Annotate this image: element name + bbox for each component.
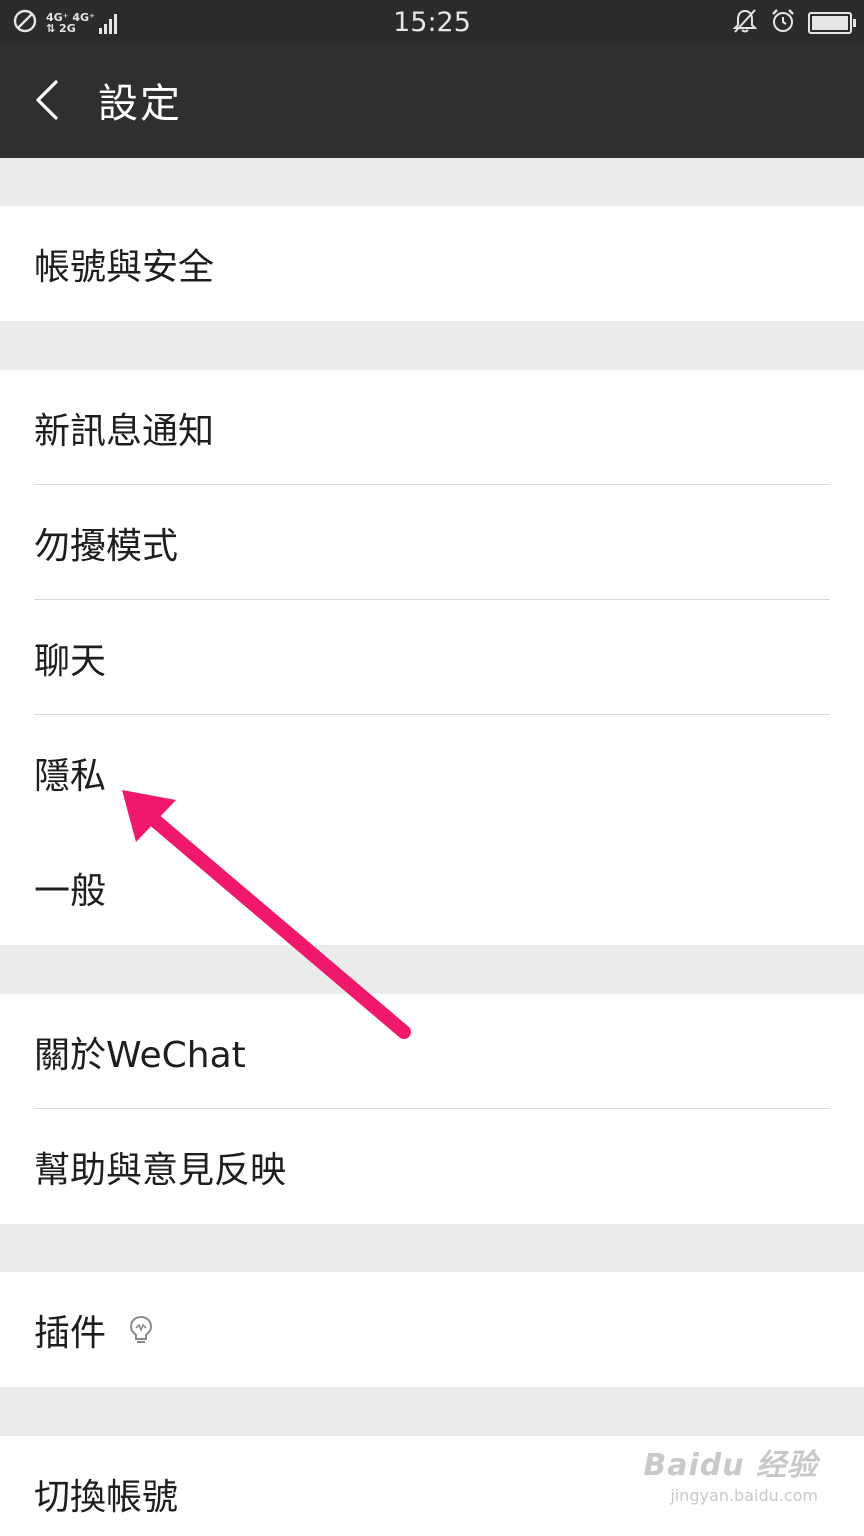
settings-group-main: 新訊息通知 勿擾模式 聊天 隱私 一般 bbox=[0, 370, 864, 945]
settings-item-label: 聊天 bbox=[34, 640, 107, 682]
back-button[interactable] bbox=[26, 76, 74, 124]
settings-item-do-not-disturb[interactable]: 勿擾模式 bbox=[0, 485, 864, 600]
mute-icon bbox=[732, 8, 758, 38]
settings-item-label: 帳號與安全 bbox=[34, 246, 215, 288]
settings-item-help-feedback[interactable]: 幫助與意見反映 bbox=[0, 1109, 864, 1224]
page-title: 設定 bbox=[98, 81, 182, 127]
settings-item-notifications[interactable]: 新訊息通知 bbox=[0, 370, 864, 485]
settings-item-label: 幫助與意見反映 bbox=[34, 1149, 287, 1191]
settings-item-account-security[interactable]: 帳號與安全 bbox=[0, 206, 864, 321]
chevron-left-icon bbox=[36, 80, 58, 120]
settings-item-label: 切換帳號 bbox=[34, 1476, 179, 1518]
title-bar: 設定 bbox=[0, 44, 864, 158]
watermark-main: Baidu 经验 bbox=[643, 1448, 818, 1483]
settings-item-privacy[interactable]: 隱私 bbox=[0, 715, 864, 830]
settings-item-general[interactable]: 一般 bbox=[0, 830, 864, 945]
alarm-icon bbox=[770, 8, 796, 38]
settings-item-chat[interactable]: 聊天 bbox=[0, 600, 864, 715]
settings-item-plugins[interactable]: 插件 bbox=[0, 1272, 864, 1387]
battery-icon bbox=[808, 12, 856, 34]
settings-item-label: 關於WeChat bbox=[34, 1034, 246, 1076]
status-bar: 4G⁺ 4G⁺ ⇅ 2G 15:25 bbox=[0, 0, 864, 44]
watermark-sub: jingyan.baidu.com bbox=[670, 1486, 818, 1505]
bulb-icon bbox=[126, 1314, 156, 1346]
settings-item-label: 一般 bbox=[34, 870, 107, 912]
settings-item-label: 新訊息通知 bbox=[34, 410, 215, 452]
settings-item-label: 勿擾模式 bbox=[34, 525, 179, 567]
settings-item-label: 隱私 bbox=[34, 755, 107, 797]
settings-group-account: 帳號與安全 bbox=[0, 206, 864, 321]
settings-item-about-wechat[interactable]: 關於WeChat bbox=[0, 994, 864, 1109]
watermark: Baidu 经验 jingyan.baidu.com bbox=[638, 1440, 818, 1520]
settings-group-plugins: 插件 bbox=[0, 1272, 864, 1387]
settings-group-about: 關於WeChat 幫助與意見反映 bbox=[0, 994, 864, 1224]
settings-item-label: 插件 bbox=[34, 1312, 107, 1354]
status-right bbox=[732, 8, 856, 38]
